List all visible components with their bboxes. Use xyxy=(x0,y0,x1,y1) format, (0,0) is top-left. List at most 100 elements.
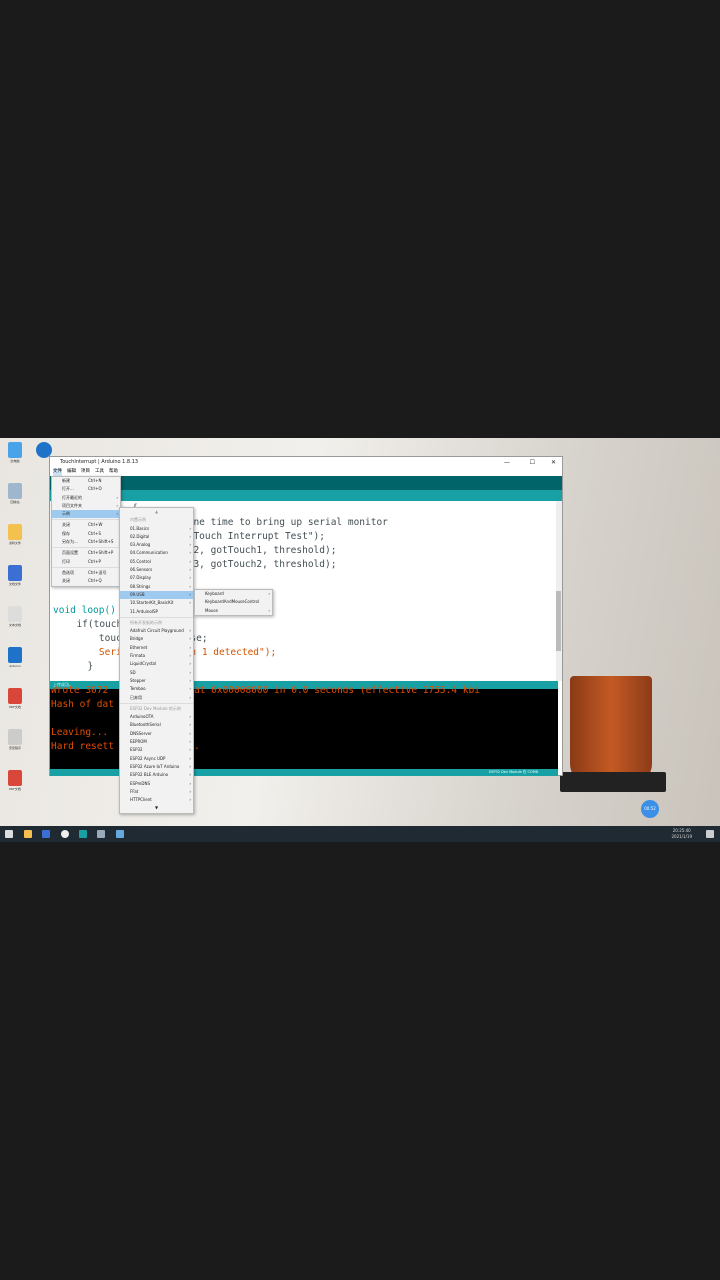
code-line: void loop() xyxy=(53,605,116,616)
file-menu-item[interactable]: 保存 Ctrl+S xyxy=(52,530,120,538)
file-menu-item[interactable]: 另存为... Ctrl+Shift+S xyxy=(52,538,120,546)
chevron-right-icon: › xyxy=(189,714,191,720)
examples-menu-item[interactable]: Firmata › xyxy=(120,652,193,660)
examples-menu-item[interactable]: SD › xyxy=(120,669,193,677)
chevron-right-icon: › xyxy=(189,525,191,531)
desktop-icon[interactable]: 此电脑 xyxy=(4,442,26,465)
examples-menu-item[interactable]: 04.Communication › xyxy=(120,549,193,557)
file-menu-item[interactable]: 示例 › xyxy=(52,510,120,519)
desktop-icon[interactable]: 文档文件 xyxy=(4,565,26,588)
menu-tools[interactable]: 工具 xyxy=(95,468,104,476)
timer-badge[interactable]: 00:52 xyxy=(641,800,659,818)
chevron-right-icon: › xyxy=(116,494,118,500)
coffee-cup-photo xyxy=(570,676,652,784)
menu-item-label: 06.Sensors xyxy=(130,567,153,573)
clock[interactable]: 20:25:40 2021/1/19 xyxy=(671,828,692,840)
chevron-right-icon: › xyxy=(189,763,191,769)
file-menu-item[interactable]: 页面设置 Ctrl+Shift+P xyxy=(52,549,120,557)
examples-menu-item[interactable]: Bridge › xyxy=(120,635,193,643)
desktop-icon[interactable]: 文本文档 xyxy=(4,606,26,629)
file-menu-item[interactable]: 打印 Ctrl+P xyxy=(52,558,120,566)
desktop-icon[interactable]: 回收站 xyxy=(4,483,26,506)
file-menu-item[interactable]: 关闭 Ctrl+Q xyxy=(52,577,120,585)
examples-menu-item[interactable]: 01.Basics › xyxy=(120,525,193,533)
examples-menu-item[interactable]: 05.Control › xyxy=(120,558,193,566)
menu-help[interactable]: 帮助 xyxy=(109,468,118,476)
file-menu-item[interactable]: 首选项 Ctrl+逗号 xyxy=(52,569,120,577)
chevron-right-icon: › xyxy=(189,788,191,794)
notification-icon[interactable] xyxy=(706,830,714,838)
file-icon xyxy=(8,770,22,786)
file-explorer-icon[interactable] xyxy=(24,830,32,838)
examples-menu-item[interactable]: ESP32 › xyxy=(120,746,193,754)
examples-menu-item[interactable]: EEPROM › xyxy=(120,738,193,746)
examples-menu-item[interactable]: DNSServer › xyxy=(120,730,193,738)
examples-menu-item[interactable]: 03.Analog › xyxy=(120,541,193,549)
desktop-icon[interactable]: PDF文档 xyxy=(4,688,26,711)
file-menu-item[interactable]: 打开... Ctrl+O xyxy=(52,485,120,493)
usb-submenu-item[interactable]: KeyboardAndMouseControl xyxy=(195,598,272,606)
minimize-button[interactable]: — xyxy=(504,457,510,468)
start-icon[interactable] xyxy=(5,830,13,838)
desktop-icon[interactable]: PDF文档 xyxy=(4,770,26,793)
menu-item-label: 打开最近的 xyxy=(62,494,82,500)
examples-menu-item[interactable]: ArduinoOTA › xyxy=(120,713,193,721)
examples-menu-item[interactable]: Stepper › xyxy=(120,677,193,685)
menu-item-shortcut: Ctrl+P xyxy=(88,558,101,564)
examples-menu-item[interactable]: 已弃用 › xyxy=(120,694,193,702)
examples-menu-item[interactable]: Adafruit Circuit Playground › xyxy=(120,627,193,635)
examples-menu-item[interactable]: ESP32 Async UDP › xyxy=(120,755,193,763)
file-menu-item[interactable]: 打开最近的 › xyxy=(52,494,120,502)
examples-menu-item[interactable]: FFat › xyxy=(120,788,193,796)
examples-menu-item[interactable]: LiquidCrystal › xyxy=(120,660,193,668)
console-line: Hash of dat xyxy=(51,699,114,710)
menu-separator xyxy=(52,519,120,521)
examples-menu-item[interactable]: ESPmDNS › xyxy=(120,780,193,788)
arduino-taskbar-icon[interactable] xyxy=(79,830,87,838)
examples-menu-item[interactable]: 06.Sensors › xyxy=(120,566,193,574)
examples-menu-item[interactable]: Ethernet › xyxy=(120,644,193,652)
maximize-button[interactable]: ☐ xyxy=(530,457,535,468)
chevron-right-icon: › xyxy=(116,502,118,508)
editor-scrollbar[interactable] xyxy=(556,501,562,681)
menu-file[interactable]: 文件 xyxy=(53,468,62,476)
file-menu-item[interactable]: 关闭 Ctrl+W xyxy=(52,521,120,529)
scroll-up-icon[interactable]: ▲ xyxy=(120,508,193,516)
chevron-right-icon: › xyxy=(268,607,270,613)
chevron-right-icon: › xyxy=(189,653,191,659)
menu-edit[interactable]: 编辑 xyxy=(67,468,76,476)
usb-submenu-item[interactable]: Mouse › xyxy=(195,607,272,615)
examples-menu-item[interactable]: Temboo › xyxy=(120,685,193,693)
close-button[interactable]: ✕ xyxy=(551,457,556,468)
title-bar: TouchInterrupt | Arduino 1.8.13 — ☐ ✕ xyxy=(50,457,562,468)
usb-submenu-item[interactable]: Keyboard › xyxy=(195,590,272,598)
mail-icon[interactable] xyxy=(42,830,50,838)
desktop-icon[interactable]: 资料文件 xyxy=(4,524,26,547)
menu-sketch[interactable]: 项目 xyxy=(81,468,90,476)
examples-menu-item[interactable]: HTTPClient › xyxy=(120,796,193,804)
file-menu-item[interactable]: 项目文件夹 › xyxy=(52,502,120,510)
examples-menu-item[interactable]: BluetoothSerial › xyxy=(120,721,193,729)
app-icon[interactable] xyxy=(116,830,124,838)
file-menu-item[interactable]: 新建 Ctrl+N xyxy=(52,477,120,485)
desktop-icon-label: Arduino xyxy=(9,664,21,668)
examples-menu-item[interactable]: ESP32 BLE Arduino › xyxy=(120,771,193,779)
examples-menu-item[interactable]: 08.Strings › xyxy=(120,583,193,591)
camera-icon[interactable] xyxy=(97,830,105,838)
menu-item-label: EEPROM xyxy=(130,739,147,745)
desktop-icon[interactable]: Arduino xyxy=(4,647,26,670)
examples-menu-item[interactable]: 02.Digital › xyxy=(120,533,193,541)
desktop-icon[interactable]: 安装程序 xyxy=(4,729,26,752)
chevron-right-icon: › xyxy=(189,722,191,728)
examples-menu-item[interactable]: 09.USB › xyxy=(120,590,193,600)
examples-menu-item[interactable]: 10.StarterKit_BasicKit › xyxy=(120,599,193,607)
clock-date: 2021/1/19 xyxy=(671,834,692,839)
menu-item-label: FFat xyxy=(130,788,139,794)
examples-menu-item[interactable]: 07.Display › xyxy=(120,574,193,582)
scroll-down-icon[interactable]: ▼ xyxy=(120,804,193,812)
browser-icon[interactable] xyxy=(61,830,69,838)
menu-item-label: 02.Digital xyxy=(130,533,150,539)
examples-menu-item[interactable]: 11.ArduinoISP xyxy=(120,608,193,616)
examples-menu-item[interactable]: ESP32 Azure IoT Arduino › xyxy=(120,763,193,771)
menu-item-label: 另存为... xyxy=(62,539,78,545)
